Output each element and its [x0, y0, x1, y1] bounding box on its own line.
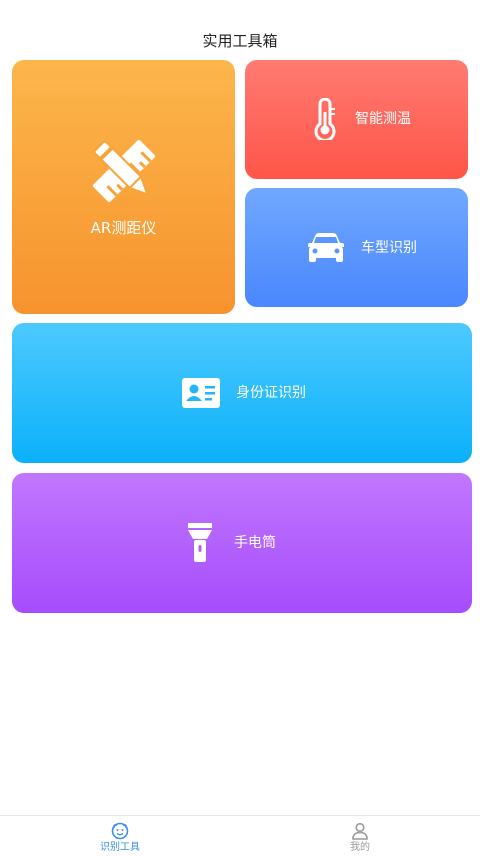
smart-temperature-label: 智能测温 — [355, 111, 411, 127]
ar-measure-card[interactable]: AR测距仪 — [12, 60, 235, 314]
id-card-recognition-label: 身份证识别 — [236, 385, 306, 401]
car-recognition-label: 车型识别 — [361, 240, 417, 256]
flashlight-card[interactable]: 手电筒 — [12, 473, 472, 613]
user-icon — [352, 822, 368, 840]
tab-mine-label: 我的 — [350, 842, 370, 853]
bottom-tab-bar: 识别工具 我的 — [0, 815, 480, 856]
flashlight-label: 手电筒 — [234, 535, 276, 551]
face-scan-icon — [111, 822, 129, 840]
flashlight-icon — [188, 523, 212, 562]
id-card-icon — [182, 378, 220, 408]
tab-recognition-tools-label: 识别工具 — [100, 842, 140, 853]
id-card-recognition-card[interactable]: 身份证识别 — [12, 323, 472, 463]
tab-recognition-tools[interactable]: 识别工具 — [80, 822, 160, 854]
page-title: 实用工具箱 — [202, 32, 278, 50]
tab-mine[interactable]: 我的 — [320, 822, 400, 854]
smart-temperature-card[interactable]: 智能测温 — [245, 60, 468, 179]
pencil-ruler-icon — [92, 140, 155, 202]
car-icon — [308, 233, 344, 262]
thermometer-icon — [314, 98, 336, 140]
car-recognition-card[interactable]: 车型识别 — [245, 188, 468, 307]
ar-measure-label: AR测距仪 — [90, 219, 157, 237]
